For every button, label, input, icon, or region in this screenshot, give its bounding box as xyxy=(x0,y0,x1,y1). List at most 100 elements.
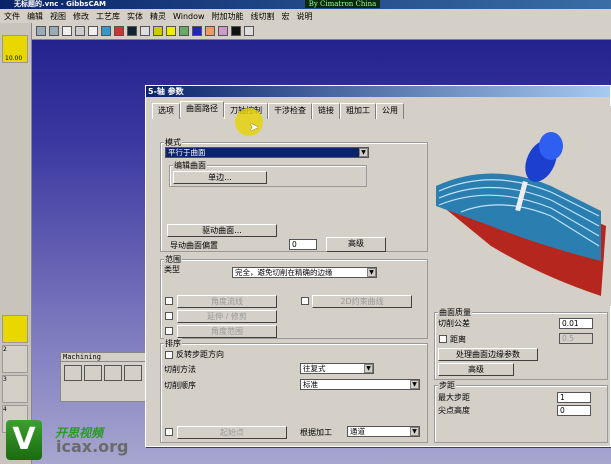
solid-icon[interactable] xyxy=(153,26,163,36)
contour-icon[interactable] xyxy=(84,365,102,381)
menu-item[interactable]: 文件 xyxy=(4,11,20,22)
drive-offset-input[interactable]: 0 xyxy=(289,239,317,250)
tab-link[interactable]: 链接 xyxy=(312,103,340,119)
single-edge-button[interactable]: 单边... xyxy=(173,171,267,184)
slot-number: 2 xyxy=(3,346,7,353)
watermark: By Cimatron China xyxy=(305,0,380,8)
mode-select[interactable]: 平行于曲面 ▼ xyxy=(165,147,369,158)
group-label: 编辑曲面 xyxy=(173,160,207,171)
reverse-step-label: 反转步距方向 xyxy=(176,350,224,359)
slot-number: 4 xyxy=(3,406,7,413)
pocket-icon[interactable] xyxy=(104,365,122,381)
angle-range-button[interactable]: 角度范围 xyxy=(177,325,277,338)
2d-curve-checkbox[interactable] xyxy=(301,297,309,305)
menu-item[interactable]: 实体 xyxy=(127,11,143,22)
tolerance-input[interactable]: 0.01 xyxy=(559,318,593,329)
solid-icon[interactable] xyxy=(179,26,189,36)
brand-site: icax.org xyxy=(56,437,129,456)
dialog-title: 5-轴 参数 xyxy=(146,86,610,97)
palette-title: Machining xyxy=(61,353,149,362)
tab-options[interactable]: 选项 xyxy=(152,103,180,119)
solid-icon[interactable] xyxy=(166,26,176,36)
extend-trim-button[interactable]: 延伸 / 修剪 xyxy=(177,310,277,323)
surface-icon[interactable] xyxy=(124,365,142,381)
arrow-icon[interactable] xyxy=(218,26,228,36)
edge-params-button[interactable]: 处理曲面边缘参数 xyxy=(438,348,538,361)
render-icon[interactable] xyxy=(231,26,241,36)
type-label: 类型 xyxy=(164,265,180,274)
menu-item[interactable]: 宏 xyxy=(282,11,290,22)
surface-quality-group: 曲面质量 切削公差 0.01 距离 0.5 处理曲面边缘参数 高级 xyxy=(434,307,608,380)
menu-item[interactable]: 视图 xyxy=(50,11,66,22)
drill-icon[interactable] xyxy=(64,365,82,381)
range-type-select[interactable]: 完全，避免切削在精确的边缘 ▼ xyxy=(232,267,377,278)
group-label: 步距 xyxy=(438,380,456,391)
slot-number: 3 xyxy=(3,376,7,383)
point-icon[interactable] xyxy=(88,26,98,36)
reverse-step-checkbox[interactable] xyxy=(165,351,173,359)
tool-slot[interactable]: 3 xyxy=(2,375,28,403)
angle-range-checkbox[interactable] xyxy=(165,327,173,335)
by-machining-label: 根据加工 xyxy=(300,428,332,437)
tool-slot[interactable]: 2 xyxy=(2,345,28,373)
hand-icon[interactable] xyxy=(205,26,215,36)
2d-curve-button[interactable]: 2D约束曲线 xyxy=(312,295,412,308)
distance-label: 距离 xyxy=(450,335,466,344)
cube-icon[interactable] xyxy=(75,26,85,36)
tolerance-label: 切削公差 xyxy=(438,319,470,328)
preview-image xyxy=(431,106,611,306)
tab-surface-path[interactable]: 曲面路径 xyxy=(180,101,224,117)
angle-flow-button[interactable]: 角度流线 xyxy=(177,295,277,308)
cut-order-select[interactable]: 标准 ▼ xyxy=(300,379,420,390)
edit-surface-group: 编辑曲面 单边... xyxy=(169,160,367,187)
tool-slot[interactable] xyxy=(2,315,28,343)
tab-roughing[interactable]: 粗加工 xyxy=(340,103,376,119)
menu-item[interactable]: 精灵 xyxy=(150,11,166,22)
tool-icon[interactable] xyxy=(101,26,111,36)
step-group: 步距 最大步距 1 尖点高度 0 xyxy=(434,380,608,443)
max-step-input[interactable]: 1 xyxy=(557,392,591,403)
start-point-checkbox[interactable] xyxy=(165,428,173,436)
menu-item[interactable]: Window xyxy=(173,12,205,21)
solid-icon[interactable] xyxy=(140,26,150,36)
cube-icon[interactable] xyxy=(62,26,72,36)
cusp-input[interactable]: 0 xyxy=(557,405,591,416)
cut-order-label: 切削顺序 xyxy=(164,381,196,390)
quality-advanced-button[interactable]: 高级 xyxy=(438,363,514,376)
tab-collision[interactable]: 干涉检查 xyxy=(268,103,312,119)
bar-icon[interactable] xyxy=(192,26,202,36)
five-axis-illustration-icon xyxy=(436,132,606,296)
group-label: 曲面质量 xyxy=(438,307,472,318)
extend-checkbox[interactable] xyxy=(165,312,173,320)
max-step-label: 最大步距 xyxy=(438,393,470,402)
curve-icon[interactable] xyxy=(127,26,137,36)
distance-checkbox[interactable] xyxy=(439,335,447,343)
machining-palette: Machining xyxy=(60,352,150,402)
menu-item[interactable]: 编辑 xyxy=(27,11,43,22)
by-machining-select[interactable]: 通道 ▼ xyxy=(347,426,420,437)
menu-item[interactable]: 线切割 xyxy=(251,11,275,22)
menu-item[interactable]: 工艺库 xyxy=(96,11,120,22)
distance-input[interactable]: 0.5 xyxy=(559,333,593,344)
view-icon[interactable] xyxy=(49,26,59,36)
shape-icon[interactable] xyxy=(114,26,124,36)
menu-item[interactable]: 修改 xyxy=(73,11,89,22)
tool-value: 10.00 xyxy=(5,55,23,62)
drive-offset-label: 导动曲面偏置 xyxy=(170,241,218,250)
tab-common[interactable]: 公用 xyxy=(376,103,404,119)
cut-method-select[interactable]: 往复式 ▼ xyxy=(300,363,374,374)
brand-logo: V xyxy=(6,420,42,460)
advanced-button[interactable]: 高级 xyxy=(326,237,386,252)
cut-method-label: 切削方法 xyxy=(164,365,196,374)
sort-group: 排序 反转步距方向 切削方法 往复式 ▼ 切削顺序 标准 ▼ 起始点 根据加工 通道… xyxy=(160,338,428,443)
menu-item[interactable]: 说明 xyxy=(297,11,313,22)
tool-slot[interactable]: 10.00 xyxy=(2,35,28,63)
five-axis-dialog: 5-轴 参数 选项 曲面路径 刀轴控制 干涉检查 链接 粗加工 公用 模式 平行… xyxy=(145,85,611,447)
drive-surface-button[interactable]: 驱动曲面... xyxy=(167,224,277,237)
tool-panel: 10.00 2 3 4 xyxy=(0,23,32,464)
view-icon[interactable] xyxy=(36,26,46,36)
start-point-button[interactable]: 起始点 xyxy=(177,426,287,439)
help-icon[interactable] xyxy=(244,26,254,36)
menu-item[interactable]: 附加功能 xyxy=(212,11,244,22)
angle-flow-checkbox[interactable] xyxy=(165,297,173,305)
